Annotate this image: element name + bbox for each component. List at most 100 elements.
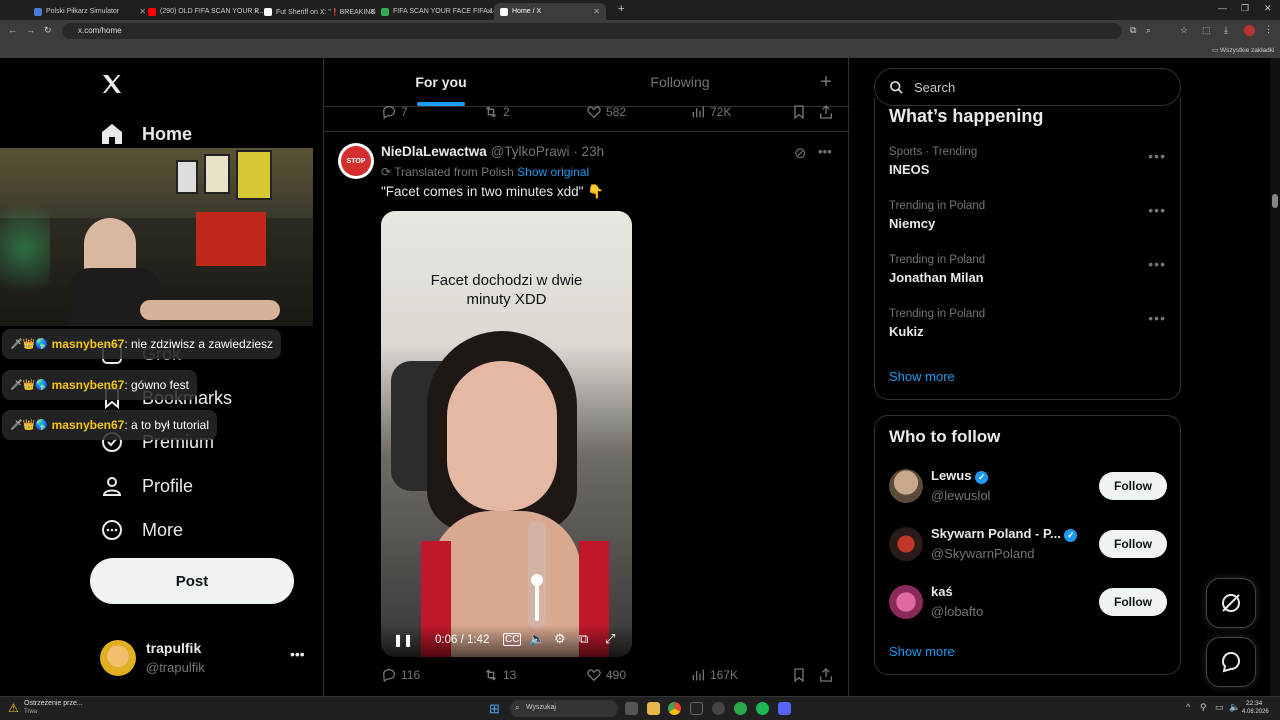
volume-icon[interactable]: 🔈 <box>529 631 545 647</box>
extensions-icon[interactable]: ⬚ <box>1202 25 1211 36</box>
post-video[interactable]: Facet dochodzi w dwie minuty XDD ❚❚ 0:06… <box>381 211 632 657</box>
views-action[interactable]: 167K <box>690 667 738 683</box>
show-more-trends-link[interactable]: Show more <box>889 369 955 384</box>
clock-date[interactable]: 4.08.2026 <box>1242 709 1269 715</box>
obs-icon[interactable] <box>712 702 725 715</box>
clock-time[interactable]: 22:34 <box>1246 700 1262 707</box>
reply-action[interactable]: 116 <box>381 667 420 683</box>
taskbar-search[interactable]: ⌕ Wyszukaj <box>510 700 618 717</box>
profile-avatar-icon[interactable] <box>1244 25 1255 36</box>
nav-profile[interactable]: Profile <box>100 474 193 498</box>
pip-icon[interactable]: ⧉ <box>579 631 588 647</box>
trend-more-icon[interactable]: ••• <box>1148 148 1166 164</box>
tab-for-you[interactable]: For you <box>324 58 558 106</box>
messages-fab[interactable] <box>1206 637 1256 687</box>
tab-label: Fut Sheriff on X: "❗BREAKING <box>276 8 376 16</box>
bookmark-action[interactable] <box>791 667 807 683</box>
windows-start-icon[interactable]: ⊞ <box>489 701 500 717</box>
grok-post-icon[interactable]: ⊘ <box>794 144 807 162</box>
trend-more-icon[interactable]: ••• <box>1148 202 1166 218</box>
scrollbar-thumb[interactable] <box>1272 194 1278 208</box>
pause-icon[interactable]: ❚❚ <box>393 633 413 647</box>
nav-more[interactable]: More <box>100 518 183 542</box>
all-bookmarks-link[interactable]: ▭ Wszystkie zakładki <box>1212 46 1275 54</box>
bookmark-action[interactable] <box>791 104 807 120</box>
close-tab-icon[interactable]: ✕ <box>486 7 493 16</box>
trend-item[interactable]: Trending in Poland Niemcy ••• <box>875 200 1180 246</box>
settings-icon[interactable]: ⚙ <box>554 631 566 647</box>
tray-icon[interactable]: ⚲ <box>1200 702 1207 713</box>
url-field[interactable]: x.com/home <box>62 23 1122 39</box>
downloads-icon[interactable]: ⤓ <box>1224 25 1228 36</box>
follow-suggestion[interactable]: Skywarn Poland - P... ✓ @SkywarnPoland F… <box>875 524 1180 566</box>
network-icon[interactable]: ▭ <box>1215 702 1224 713</box>
weather-alert-title[interactable]: Ostrzeżenie prze... <box>24 700 83 707</box>
speaker-icon[interactable]: 🔈 <box>1229 702 1240 713</box>
share-action[interactable] <box>818 667 834 683</box>
like-action[interactable]: 582 <box>586 104 626 120</box>
back-icon[interactable]: ← <box>8 25 17 35</box>
trend-item[interactable]: Trending in Poland Jonathan Milan ••• <box>875 254 1180 300</box>
minimize-icon[interactable]: — <box>1218 3 1227 13</box>
post-author-avatar[interactable]: STOP <box>338 143 374 179</box>
browser-tab[interactable]: (290) OLD FIFA SCAN YOUR F... ✕ <box>142 3 266 20</box>
show-more-follow-link[interactable]: Show more <box>889 644 955 659</box>
views-action[interactable]: 72K <box>690 104 731 120</box>
x-logo-icon[interactable] <box>100 72 124 101</box>
browser-tab[interactable]: Fut Sheriff on X: "❗BREAKING ✕ <box>258 3 382 20</box>
trend-more-icon[interactable]: ••• <box>1148 310 1166 326</box>
add-feed-icon[interactable]: + <box>802 58 850 106</box>
close-tab-icon[interactable]: ✕ <box>593 7 600 16</box>
show-original-link[interactable]: Show original <box>517 165 589 179</box>
grok-fab[interactable] <box>1206 578 1256 628</box>
warning-icon[interactable]: ⚠ <box>8 701 19 715</box>
browser-tab[interactable]: FIFA SCAN YOUR FACE FIFA 14 ✕ <box>375 3 499 20</box>
browser-menu-icon[interactable]: ⋮ <box>1264 24 1273 35</box>
browser-tab[interactable]: Polski Piłkarz Simulator ✕ <box>28 3 152 20</box>
translate-icon[interactable]: ⧉ <box>1130 25 1136 36</box>
trend-item[interactable]: Trending in Poland Kukiz ••• <box>875 308 1180 354</box>
trend-more-icon[interactable]: ••• <box>1148 256 1166 272</box>
task-view-icon[interactable] <box>625 702 638 715</box>
post-more-icon[interactable]: ••• <box>818 144 832 159</box>
browser-tab-active[interactable]: Home / X ✕ <box>494 3 606 20</box>
follow-suggestion[interactable]: Lewus ✓ @lewuslol Follow <box>875 466 1180 508</box>
new-tab-icon[interactable]: + <box>618 3 624 15</box>
nav-home[interactable]: Home <box>100 122 192 146</box>
page-scrollbar[interactable] <box>1270 58 1280 696</box>
post-author-name[interactable]: NieDlaLewactwa <box>381 144 487 159</box>
follow-button[interactable]: Follow <box>1099 530 1167 558</box>
repost-action[interactable]: 2 <box>483 104 510 120</box>
file-explorer-icon[interactable] <box>647 702 660 715</box>
volume-slider[interactable] <box>528 521 546 629</box>
account-switcher[interactable]: trapulfik @trapulfik ••• <box>90 632 320 682</box>
share-action[interactable] <box>818 104 834 120</box>
zoom-icon[interactable]: ⌕ <box>1146 25 1151 36</box>
like-action[interactable]: 490 <box>586 667 626 683</box>
reload-icon[interactable]: ↻ <box>44 25 52 36</box>
account-more-icon[interactable]: ••• <box>290 646 305 662</box>
captions-icon[interactable]: CC <box>503 633 522 646</box>
repost-action[interactable]: 13 <box>483 667 516 683</box>
spotify-icon[interactable] <box>756 702 769 715</box>
trend-item[interactable]: Sports · Trending INEOS ••• <box>875 146 1180 192</box>
discord-icon[interactable] <box>778 702 791 715</box>
maximize-icon[interactable]: ❐ <box>1241 3 1249 14</box>
forward-icon[interactable]: → <box>26 25 35 35</box>
post-author-handle[interactable]: @TylkoPrawi <box>491 144 570 159</box>
tray-chevron-icon[interactable]: ^ <box>1186 702 1190 712</box>
chrome-icon[interactable] <box>668 702 681 715</box>
follow-suggestion[interactable]: kaś @lobafto Follow <box>875 582 1180 624</box>
app-icon[interactable] <box>734 702 747 715</box>
star-icon[interactable]: ☆ <box>1180 25 1188 36</box>
close-window-icon[interactable]: ✕ <box>1264 3 1272 14</box>
post-time[interactable]: · 23h <box>573 144 604 159</box>
reply-action[interactable]: 7 <box>381 104 408 120</box>
post-button[interactable]: Post <box>90 558 294 604</box>
follow-button[interactable]: Follow <box>1099 588 1167 616</box>
tab-following[interactable]: Following <box>558 58 802 106</box>
app-icon[interactable] <box>690 702 703 715</box>
volume-knob[interactable] <box>531 574 543 586</box>
fullscreen-icon[interactable]: ⤢ <box>605 631 615 647</box>
follow-button[interactable]: Follow <box>1099 472 1167 500</box>
